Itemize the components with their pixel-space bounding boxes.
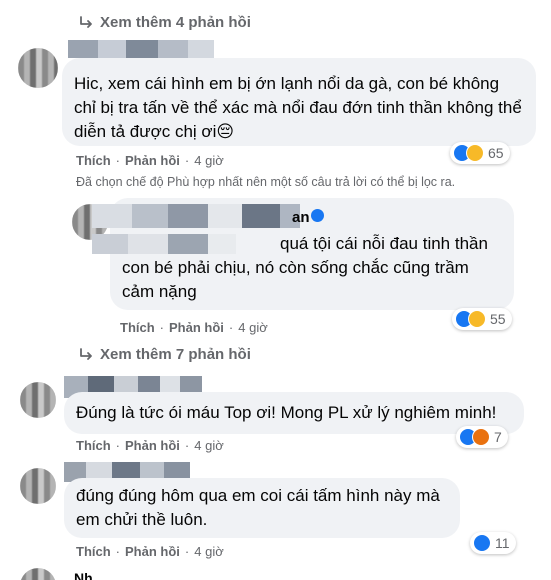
blurred-author-name[interactable] [68, 40, 214, 58]
comment-text-line: quá tội cái nỗi đau tinh thần [280, 234, 488, 253]
view-more-replies-2[interactable]: Xem thêm 7 phản hồi [78, 346, 251, 363]
comment-bubble: an quá tội cái nỗi đau tinh thần con bé … [92, 198, 514, 310]
like-icon [473, 534, 491, 552]
view-more-label: Xem thêm 7 phản hồi [100, 346, 251, 363]
reply-link[interactable]: Phản hồi [125, 438, 180, 453]
reaction-summary[interactable]: 55 [452, 308, 512, 330]
reply-arrow-icon [80, 15, 92, 28]
comment-actions: Thích · Phản hồi · 4 giờ [120, 320, 268, 335]
comment-text-line: con bé phải chịu, nó còn sống chắc cũng … [122, 258, 469, 277]
view-more-replies-1[interactable]: Xem thêm 4 phản hồi [78, 14, 251, 31]
blurred-text [92, 234, 236, 254]
comment-text: đúng đúng hôm qua em coi cái tấm hình nà… [76, 486, 445, 529]
filter-note: Đã chọn chế độ Phù hợp nhất nên một số c… [76, 175, 456, 189]
verified-badge-icon [311, 209, 324, 222]
author-row: an [92, 204, 502, 232]
comment-text: Hic, xem cái hình em bị ớn lạnh nổi da g… [74, 74, 527, 141]
comment-time[interactable]: 4 giờ [238, 320, 268, 335]
comment-text: Đúng là tức ói máu Top ơi! Mong PL xử lý… [76, 403, 497, 422]
reaction-count: 55 [490, 311, 506, 327]
avatar[interactable] [20, 468, 56, 504]
comment-time[interactable]: 4 giờ [194, 544, 224, 559]
comment-bubble: Đúng là tức ói máu Top ơi! Mong PL xử lý… [64, 392, 524, 434]
reaction-summary[interactable]: 65 [450, 142, 510, 164]
reaction-summary[interactable]: 11 [470, 532, 516, 554]
reaction-count: 7 [494, 429, 502, 445]
reply-link[interactable]: Phản hồi [125, 153, 180, 168]
reply-link[interactable]: Phản hồi [125, 544, 180, 559]
reaction-summary[interactable]: 7 [456, 426, 508, 448]
avatar[interactable] [20, 568, 56, 580]
blurred-author-name[interactable] [92, 204, 300, 228]
comment-actions: Thích · Phản hồi · 4 giờ [76, 438, 224, 453]
sad-icon [466, 144, 484, 162]
partial-author-name[interactable]: Nh... .... [74, 570, 124, 580]
comment-time[interactable]: 4 giờ [194, 153, 224, 168]
like-link[interactable]: Thích [120, 320, 155, 335]
comment-actions: Thích · Phản hồi · 4 giờ [76, 153, 224, 168]
comment-bubble: Hic, xem cái hình em bị ớn lạnh nổi da g… [62, 58, 536, 146]
reaction-count: 65 [488, 145, 504, 161]
view-more-label: Xem thêm 4 phản hồi [100, 14, 251, 31]
like-link[interactable]: Thích [76, 153, 111, 168]
reply-link[interactable]: Phản hồi [169, 320, 224, 335]
comment-actions: Thích · Phản hồi · 4 giờ [76, 544, 224, 559]
sad-icon [468, 310, 486, 328]
author-name-suffix[interactable]: an [292, 206, 310, 230]
reaction-count: 11 [495, 535, 510, 551]
angry-icon [472, 428, 490, 446]
comment-bubble: đúng đúng hôm qua em coi cái tấm hình nà… [64, 478, 460, 538]
reply-arrow-icon [80, 347, 92, 360]
like-link[interactable]: Thích [76, 438, 111, 453]
comment-time[interactable]: 4 giờ [194, 438, 224, 453]
avatar[interactable] [20, 382, 56, 418]
comment-text-line: cảm nặng [122, 282, 197, 301]
avatar[interactable] [18, 48, 58, 88]
like-link[interactable]: Thích [76, 544, 111, 559]
